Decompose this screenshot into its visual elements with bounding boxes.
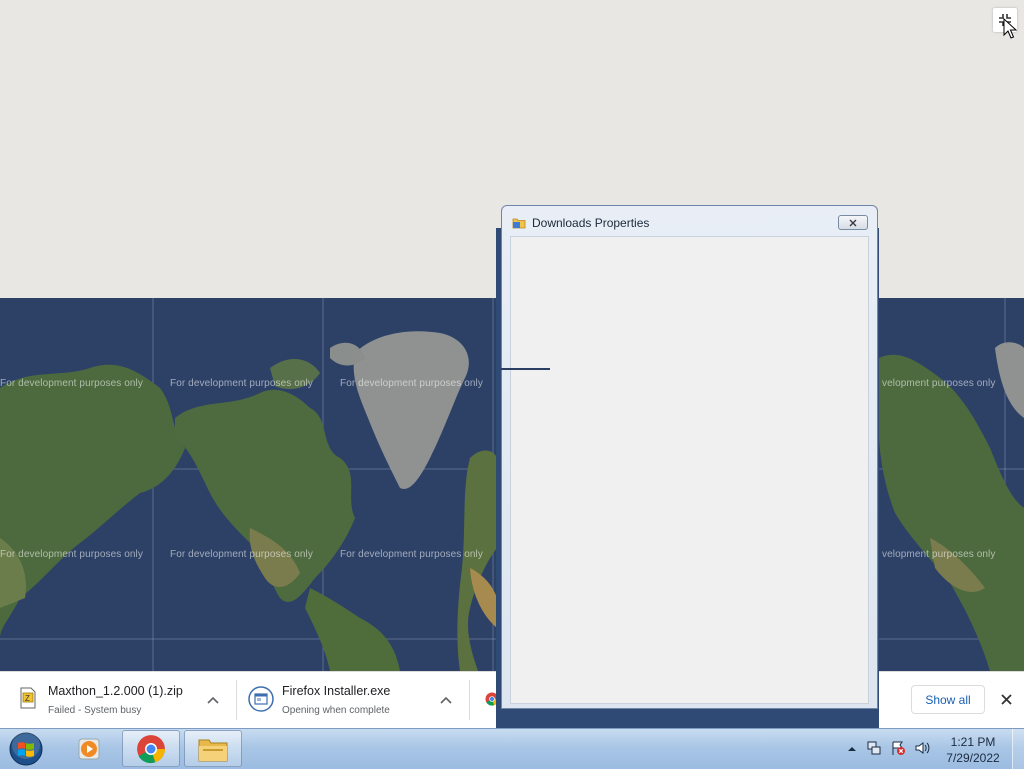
taskbar-chrome[interactable] — [122, 730, 180, 767]
dialog-content-area — [510, 236, 869, 704]
download-status: Failed - System busy — [48, 705, 142, 716]
map-watermark: For development purposes only — [340, 549, 483, 560]
map-watermark: For development purposes only — [0, 549, 143, 560]
zip-file-icon: Z — [20, 687, 36, 709]
clock-date[interactable]: 7/29/2022 — [944, 751, 1002, 765]
download-item[interactable]: Z Maxthon_1.2.000 (1).zip Failed - Syste… — [0, 672, 236, 729]
download-item[interactable] — [469, 672, 499, 729]
folder-icon — [198, 739, 228, 761]
clock-time[interactable]: 1:21 PM — [944, 735, 1002, 749]
show-hidden-icons-icon[interactable] — [844, 740, 860, 756]
map-watermark: For development purposes only — [0, 378, 143, 389]
download-filename: Maxthon_1.2.000 (1).zip — [48, 684, 183, 698]
download-item[interactable]: Firefox Installer.exe Opening when compl… — [236, 672, 469, 729]
chrome-icon — [137, 734, 165, 763]
map-watermark: velopment purposes only — [882, 378, 996, 389]
dialog-title: Downloads Properties — [532, 216, 650, 230]
taskbar-media-player[interactable] — [60, 730, 118, 767]
map-watermark: For development purposes only — [170, 549, 313, 560]
arrow-cursor-icon — [1003, 18, 1017, 39]
download-status: Opening when complete — [282, 705, 390, 716]
chevron-up-icon[interactable] — [436, 690, 456, 710]
show-desktop-button[interactable] — [1012, 729, 1024, 769]
media-player-icon — [78, 738, 100, 759]
svg-text:Z: Z — [25, 694, 30, 703]
installer-icon — [248, 686, 274, 712]
folder-icon — [512, 218, 526, 229]
map-watermark: For development purposes only — [170, 378, 313, 389]
taskbar: 1:21 PM 7/29/2022 — [0, 728, 1024, 769]
close-icon[interactable] — [996, 689, 1016, 709]
volume-icon[interactable] — [914, 740, 930, 756]
divider — [501, 368, 550, 370]
show-all-button[interactable]: Show all — [911, 685, 985, 714]
taskbar-explorer[interactable] — [184, 730, 242, 767]
map-watermark: velopment purposes only — [882, 549, 996, 560]
windows-start-icon[interactable] — [6, 731, 46, 767]
action-center-icon[interactable] — [890, 740, 906, 756]
downloads-properties-dialog[interactable]: Downloads Properties — [501, 205, 878, 709]
download-filename: Firefox Installer.exe — [282, 684, 391, 698]
close-icon[interactable] — [838, 215, 868, 230]
map-watermark: For development purposes only — [340, 378, 483, 389]
network-icon[interactable] — [866, 740, 882, 756]
chevron-up-icon[interactable] — [203, 690, 223, 710]
